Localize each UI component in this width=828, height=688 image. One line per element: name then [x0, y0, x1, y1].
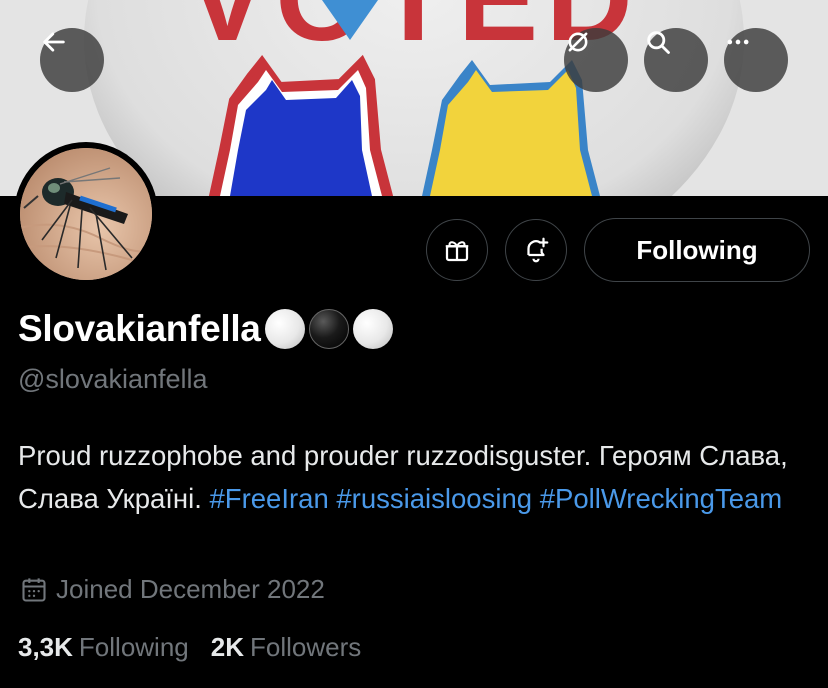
display-name-row: Slovakianfella [18, 308, 393, 350]
notifications-button[interactable] [505, 219, 567, 281]
hashtag-link[interactable]: #russiaisloosing [336, 483, 532, 514]
back-arrow-icon [43, 32, 65, 52]
more-icon [727, 39, 749, 45]
hide-links-button[interactable] [564, 28, 628, 92]
search-button[interactable] [644, 28, 708, 92]
back-button[interactable] [40, 28, 104, 92]
following-count: 3,3K [18, 632, 73, 662]
followers-count: 2K [210, 632, 244, 662]
black-circle-emoji [308, 309, 349, 349]
bell-plus-icon [527, 237, 549, 263]
more-button[interactable] [724, 28, 788, 92]
gift-icon [445, 241, 469, 262]
joined-text: Joined December 2022 [56, 574, 325, 604]
display-name: Slovakianfella [18, 308, 261, 349]
following-stat[interactable]: 3,3K Following [18, 632, 189, 663]
followers-label: Followers [250, 632, 362, 662]
hashtag-link[interactable]: #PollWreckingTeam [540, 483, 783, 514]
following-button[interactable]: Following [584, 218, 810, 282]
handle: @slovakianfella [18, 364, 208, 394]
hide-links-icon [568, 32, 588, 52]
profile-stats: 3,3K Following 2K Followers [18, 632, 383, 663]
avatar[interactable] [14, 142, 158, 286]
white-circle-emoji [352, 309, 393, 349]
calendar-icon [22, 577, 46, 602]
joined-date: Joined December 2022 [20, 574, 325, 605]
white-circle-emoji [264, 309, 305, 349]
search-icon [647, 31, 670, 54]
following-label: Following [78, 632, 189, 662]
bio: Proud ruzzophobe and prouder ruzzodisgus… [18, 434, 818, 520]
hashtag-link[interactable]: #FreeIran [210, 483, 329, 514]
followers-stat[interactable]: 2K Followers [211, 632, 362, 663]
gift-button[interactable] [426, 219, 488, 281]
avatar-image [20, 148, 152, 280]
